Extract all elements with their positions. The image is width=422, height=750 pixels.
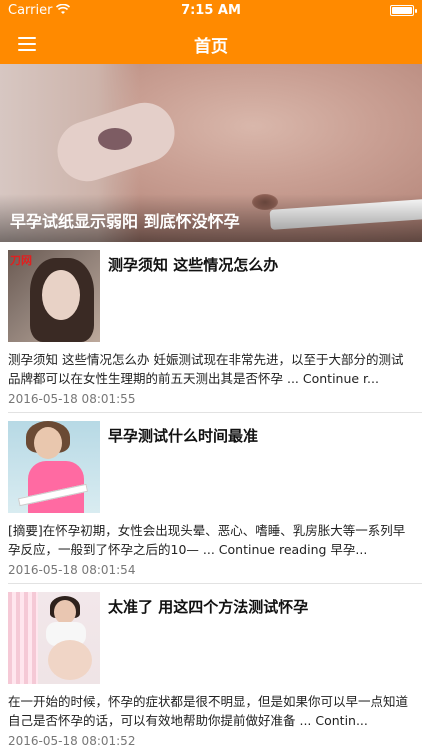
article-thumbnail: 刀网 — [8, 250, 100, 342]
article-thumbnail — [8, 592, 100, 684]
article-excerpt: [摘要]在怀孕初期，女性会出现头晕、恶心、嗜睡、乳房胀大等一系列早孕反应，一般到… — [8, 523, 406, 557]
article-excerpt: 在一开始的时候，怀孕的症状都是很不明显，但是如果你可以早一点知道自己是否怀孕的话… — [8, 694, 409, 728]
article-date: 2016-05-18 08:01:52 — [8, 734, 136, 748]
article-excerpt: 测孕须知 这些情况怎么办 妊娠测试现在非常先进，以至于大部分的测试品牌都可以在女… — [8, 352, 404, 386]
battery-icon — [390, 5, 417, 16]
article-title[interactable]: 太准了 用这四个方法测试怀孕 — [108, 596, 308, 617]
nav-bar: 首页 — [0, 22, 422, 64]
status-bar: Carrier 7:15 AM — [0, 0, 422, 22]
article-title[interactable]: 早孕测试什么时间最准 — [108, 425, 258, 446]
article-thumbnail — [8, 421, 100, 513]
article-item[interactable]: 早孕测试什么时间最准 [摘要]在怀孕初期，女性会出现头晕、恶心、嗜睡、乳房胀大等… — [8, 421, 422, 584]
page-title: 首页 — [194, 37, 228, 57]
hero-caption: 早孕试纸显示弱阳 到底怀没怀孕 — [10, 212, 240, 231]
status-time: 7:15 AM — [181, 3, 241, 18]
divider — [8, 583, 422, 584]
article-date: 2016-05-18 08:01:55 — [8, 392, 136, 406]
article-date: 2016-05-18 08:01:54 — [8, 563, 136, 577]
app-header: Carrier 7:15 AM 首页 — [0, 0, 422, 64]
article-item[interactable]: 太准了 用这四个方法测试怀孕 在一开始的时候，怀孕的症状都是很不明显，但是如果你… — [8, 592, 414, 750]
hero-banner[interactable]: 早孕试纸显示弱阳 到底怀没怀孕 — [0, 64, 422, 242]
divider — [8, 412, 422, 413]
battery-level — [392, 7, 412, 14]
article-item[interactable]: 刀网 测孕须知 这些情况怎么办 测孕须知 这些情况怎么办 妊娠测试现在非常先进，… — [8, 250, 422, 413]
article-title[interactable]: 测孕须知 这些情况怎么办 — [108, 254, 278, 275]
thumbnail-logo: 刀网 — [10, 254, 32, 267]
